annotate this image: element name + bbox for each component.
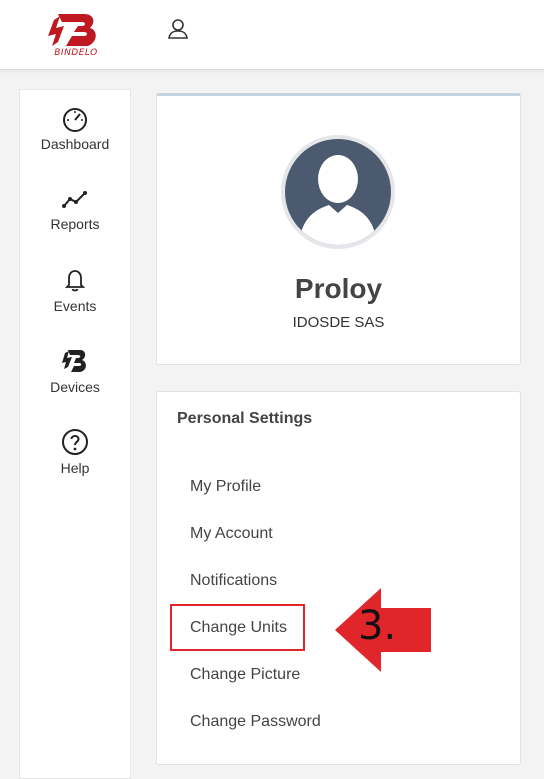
sidebar-item-label: Help (60, 460, 90, 476)
sidebar: Dashboard Reports Events Devices Help (19, 89, 131, 779)
line-chart-icon (62, 191, 87, 208)
personal-settings-card: Personal Settings My Profile My Account … (156, 391, 521, 765)
sidebar-item-label: Events (53, 298, 97, 314)
my-profile-link[interactable]: My Profile (190, 478, 261, 496)
top-bar: BINDELO (0, 0, 544, 70)
sidebar-item-devices[interactable]: Devices (20, 347, 130, 395)
step-label: 3. (358, 603, 397, 649)
bindelo-logo[interactable]: BINDELO (44, 12, 108, 60)
logo-text: BINDELO (54, 48, 98, 58)
profile-card: Proloy IDOSDE SAS (156, 93, 521, 365)
default-avatar-icon (299, 155, 377, 245)
my-account-link[interactable]: My Account (190, 525, 273, 543)
avatar-image (285, 139, 391, 245)
sidebar-item-dashboard[interactable]: Dashboard (20, 106, 130, 152)
speedometer-icon (63, 108, 87, 132)
change-password-link[interactable]: Change Password (190, 713, 321, 731)
profile-name: Proloy (294, 273, 383, 304)
bell-icon (64, 270, 86, 292)
sidebar-item-label: Reports (50, 216, 100, 232)
bindelo-logo-mark (48, 14, 96, 46)
settings-title: Personal Settings (177, 410, 313, 427)
avatar[interactable] (281, 135, 395, 249)
user-icon (168, 19, 188, 39)
sidebar-item-help[interactable]: Help (20, 428, 130, 476)
profile-company: IDOSDE SAS (292, 314, 385, 331)
bindelo-b-icon (62, 350, 86, 372)
change-picture-link[interactable]: Change Picture (190, 666, 300, 684)
sidebar-item-reports[interactable]: Reports (20, 188, 130, 232)
highlight-box (170, 604, 305, 651)
sidebar-item-events[interactable]: Events (20, 266, 130, 314)
help-circle-icon (62, 429, 88, 455)
notifications-link[interactable]: Notifications (190, 572, 277, 590)
user-button[interactable] (167, 18, 189, 40)
sidebar-item-label: Devices (50, 379, 100, 395)
sidebar-item-label: Dashboard (40, 136, 110, 152)
